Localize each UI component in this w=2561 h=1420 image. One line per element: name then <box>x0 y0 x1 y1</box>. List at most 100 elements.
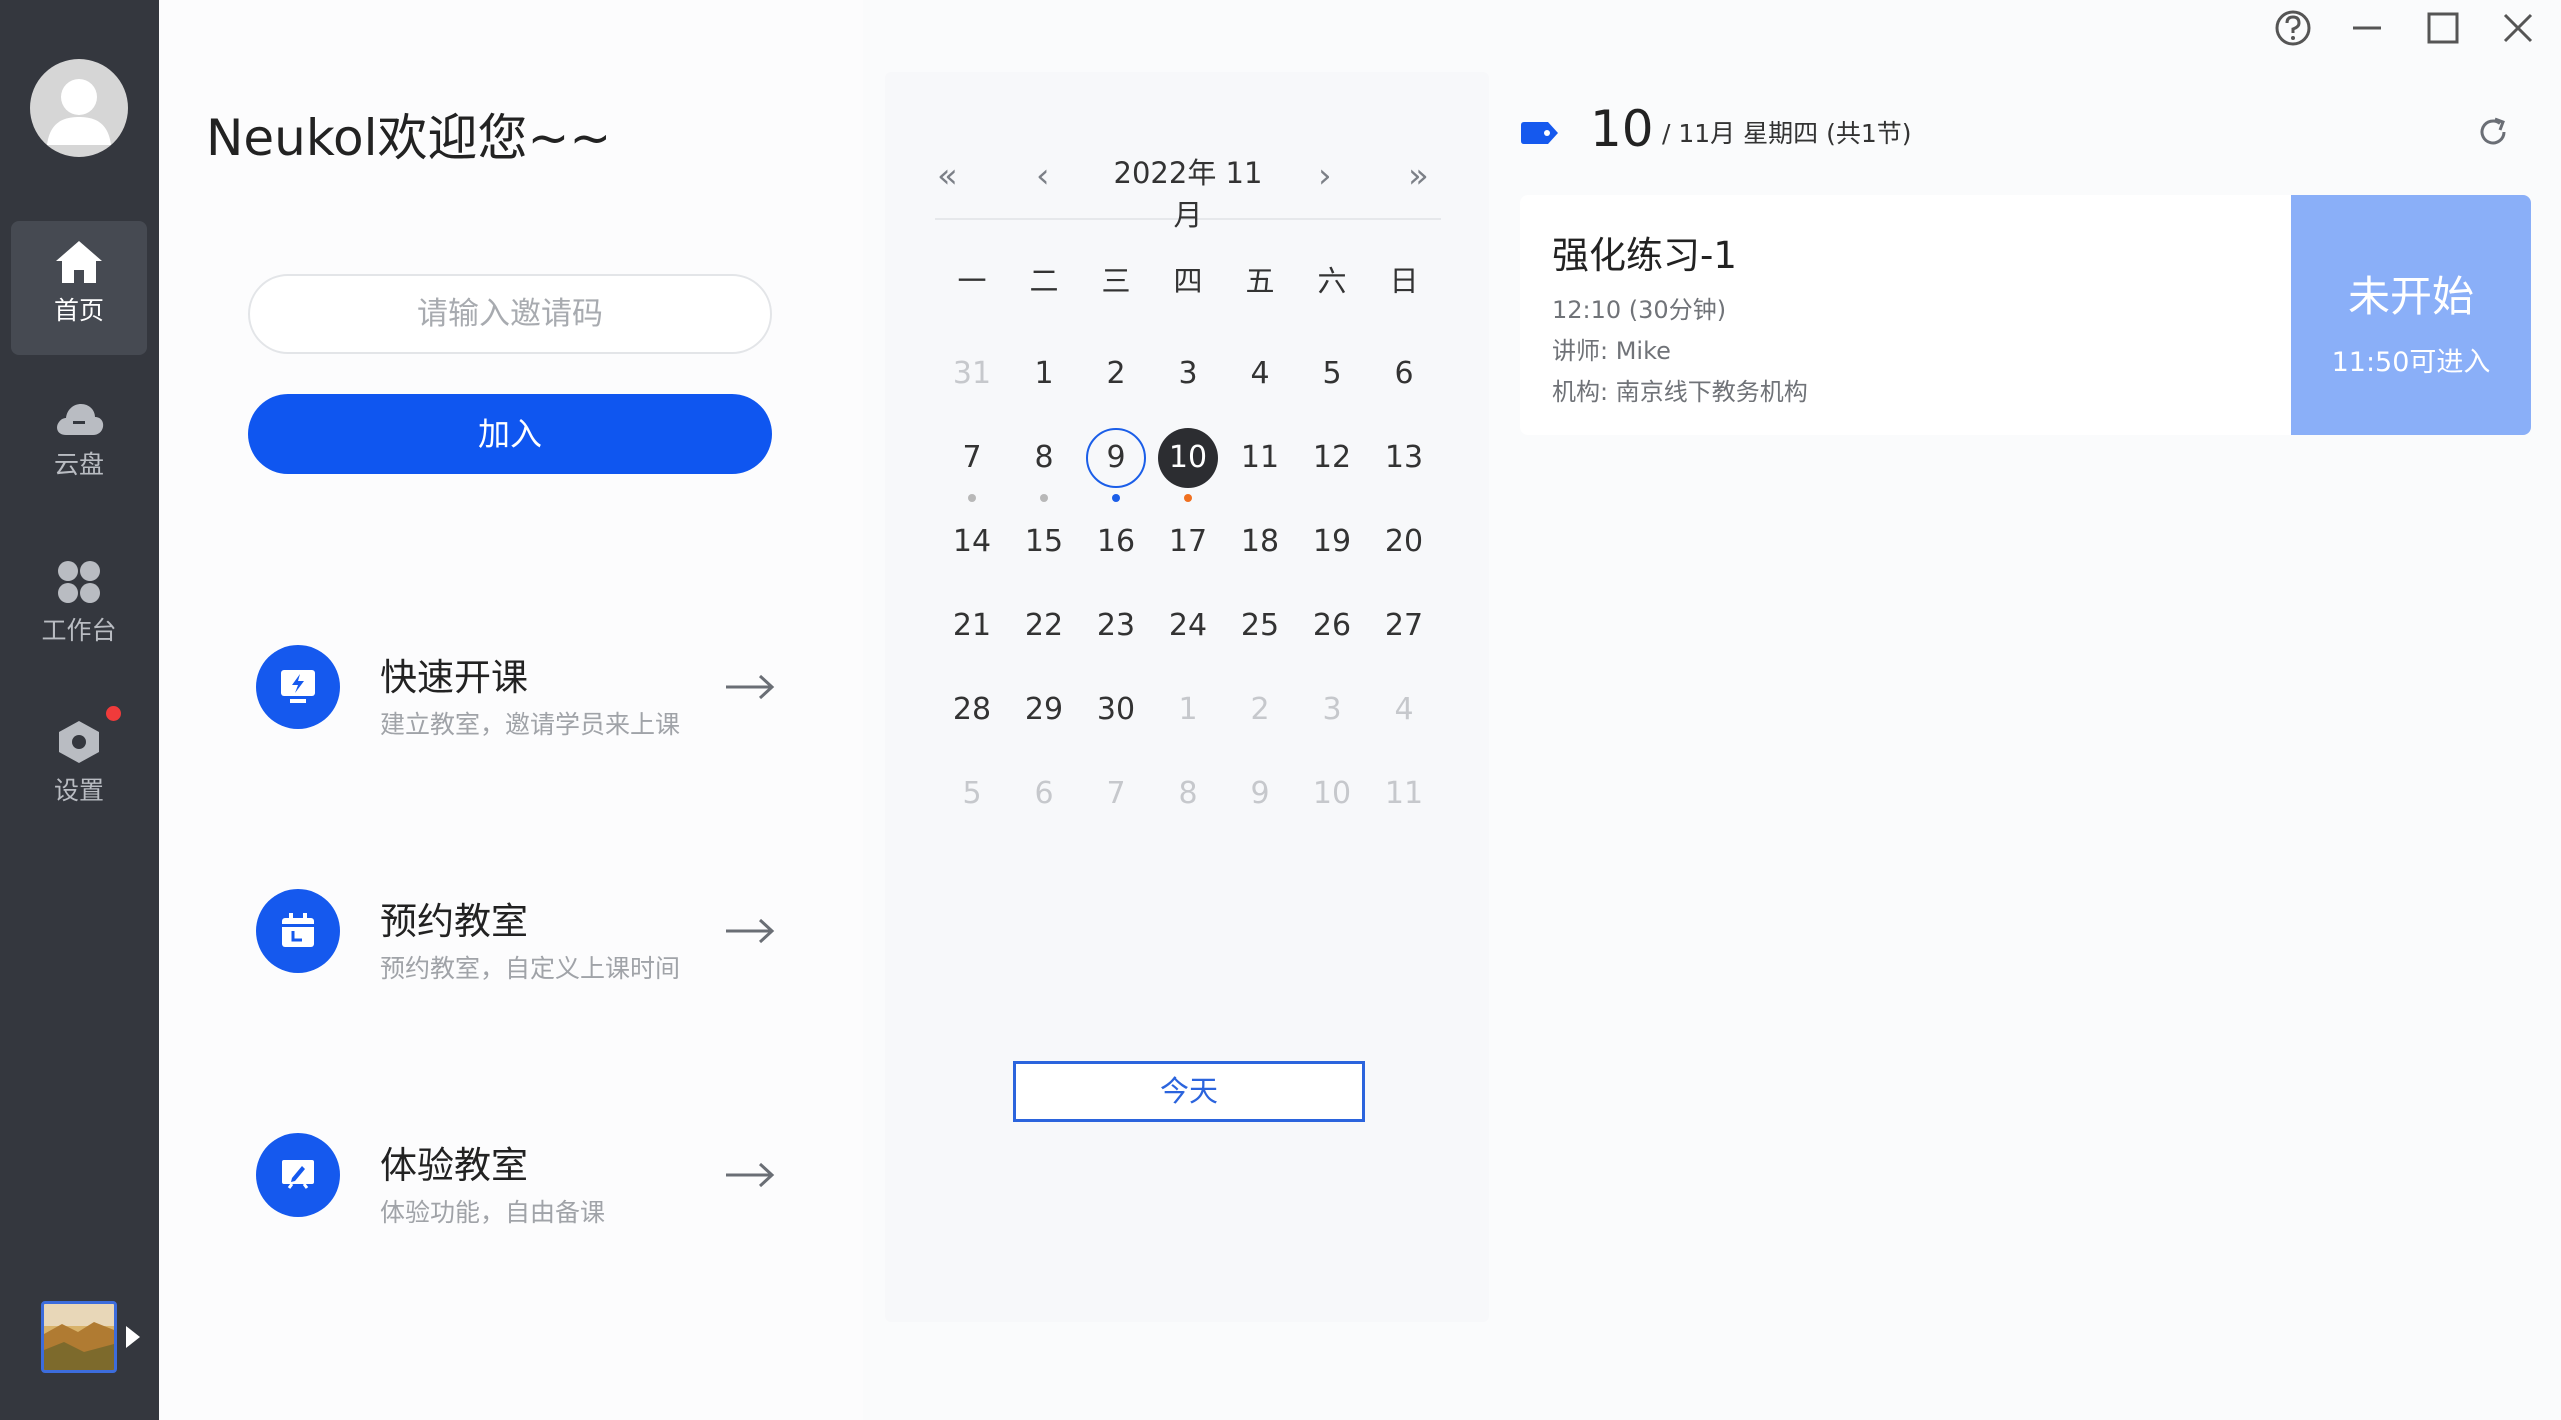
calendar-day[interactable]: 21 <box>942 596 1002 656</box>
landscape-image-icon <box>44 1304 114 1370</box>
settings-icon <box>59 721 99 763</box>
quick-class-icon <box>256 645 340 729</box>
prev-month-icon[interactable]: ‹ <box>1036 156 1050 196</box>
prev-year-icon[interactable]: « <box>937 156 958 196</box>
expand-arrow-icon[interactable] <box>126 1326 140 1348</box>
cloud-icon <box>57 404 104 435</box>
weekday-label: 日 <box>1389 264 1419 298</box>
calendar-day[interactable]: 9 <box>1086 428 1146 488</box>
calendar-day[interactable]: 2 <box>1230 680 1290 740</box>
calendar-day[interactable]: 23 <box>1086 596 1146 656</box>
calendar-day[interactable]: 6 <box>1374 344 1434 404</box>
weekday-label: 三 <box>1101 264 1131 298</box>
calendar-day[interactable]: 11 <box>1230 428 1290 488</box>
action-title: 体验教室 <box>380 1144 528 1187</box>
action-subtitle: 建立教室，邀请学员来上课 <box>380 710 681 739</box>
invite-code-input[interactable] <box>248 274 772 354</box>
course-card[interactable]: 强化练习-1 12:10 (30分钟) 讲师: Mike 机构: 南京线下教务机… <box>1520 195 2292 435</box>
sidebar-item-workbench[interactable]: 工作台 <box>11 541 147 675</box>
calendar-day[interactable]: 15 <box>1014 512 1074 572</box>
user-avatar-icon <box>47 79 111 145</box>
calendar-day[interactable]: 10 <box>1302 764 1362 824</box>
calendar-day[interactable]: 3 <box>1302 680 1362 740</box>
calendar-day[interactable]: 3 <box>1158 344 1218 404</box>
calendar-day[interactable]: 28 <box>942 680 1002 740</box>
calendar-day[interactable]: 13 <box>1374 428 1434 488</box>
action-title: 预约教室 <box>380 900 528 943</box>
sidebar-item-label: 首页 <box>53 296 104 325</box>
next-month-icon[interactable]: › <box>1318 156 1332 196</box>
calendar-day[interactable]: 7 <box>942 428 1002 488</box>
calendar-day[interactable]: 16 <box>1086 512 1146 572</box>
calendar-day[interactable]: 22 <box>1014 596 1074 656</box>
event-dot <box>1184 494 1192 502</box>
sidebar-item-settings[interactable]: 设置 <box>11 701 147 835</box>
calendar-day[interactable]: 14 <box>942 512 1002 572</box>
welcome-title: Neukol欢迎您~~ <box>206 109 612 167</box>
event-dot <box>1112 494 1120 502</box>
event-dot <box>968 494 976 502</box>
calendar-day[interactable]: 4 <box>1374 680 1434 740</box>
calendar-icon <box>256 889 340 973</box>
calendar-day[interactable]: 26 <box>1302 596 1362 656</box>
calendar-day[interactable]: 11 <box>1374 764 1434 824</box>
wallpaper-thumbnail[interactable] <box>41 1301 117 1373</box>
selected-day: 10 <box>1590 100 1654 158</box>
action-subtitle: 体验功能，自由备课 <box>380 1198 606 1227</box>
sidebar-item-home[interactable]: 首页 <box>11 221 147 355</box>
close-icon[interactable] <box>2498 8 2538 48</box>
avatar[interactable] <box>30 59 128 157</box>
course-status: 未开始 <box>2347 272 2474 321</box>
maximize-icon[interactable] <box>2423 8 2463 48</box>
event-dot <box>1040 494 1048 502</box>
quick-class-action[interactable]: 快速开课 建立教室，邀请学员来上课 <box>250 627 790 747</box>
calendar-day[interactable]: 9 <box>1230 764 1290 824</box>
calendar-day[interactable]: 8 <box>1014 428 1074 488</box>
action-title: 快速开课 <box>380 656 528 699</box>
calendar-day[interactable]: 30 <box>1086 680 1146 740</box>
next-year-icon[interactable]: » <box>1408 156 1429 196</box>
calendar-day[interactable]: 5 <box>942 764 1002 824</box>
calendar-day[interactable]: 6 <box>1014 764 1074 824</box>
course-status-button[interactable]: 未开始 11:50可进入 <box>2291 195 2531 435</box>
calendar-day[interactable]: 18 <box>1230 512 1290 572</box>
today-button[interactable]: 今天 <box>1013 1061 1365 1122</box>
sidebar-item-label: 工作台 <box>41 616 117 645</box>
join-button[interactable]: 加入 <box>248 394 772 474</box>
minimize-icon[interactable] <box>2347 8 2387 48</box>
calendar-day[interactable]: 25 <box>1230 596 1290 656</box>
calendar-day-today[interactable]: 10 <box>1158 428 1218 488</box>
calendar-day[interactable]: 7 <box>1086 764 1146 824</box>
calendar-day[interactable]: 20 <box>1374 512 1434 572</box>
help-icon[interactable] <box>2273 8 2313 48</box>
calendar-day[interactable]: 17 <box>1158 512 1218 572</box>
sidebar-item-cloud[interactable]: 云盘 <box>11 381 147 515</box>
calendar-day[interactable]: 29 <box>1014 680 1074 740</box>
trial-classroom-action[interactable]: 体验教室 体验功能，自由备课 <box>250 1115 790 1235</box>
weekday-label: 六 <box>1317 264 1347 298</box>
calendar-day[interactable]: 8 <box>1158 764 1218 824</box>
calendar-month-title: 2022年 11月 <box>1113 156 1263 232</box>
calendar-header: « ‹ 2022年 11月 › » <box>935 140 1441 232</box>
calendar-day[interactable]: 12 <box>1302 428 1362 488</box>
calendar-day[interactable]: 1 <box>1158 680 1218 740</box>
calendar-day[interactable]: 27 <box>1374 596 1434 656</box>
refresh-icon[interactable] <box>2476 115 2510 149</box>
sidebar-item-label: 云盘 <box>53 450 104 479</box>
sidebar: 首页 云盘 工作台 设置 <box>0 0 159 1420</box>
book-classroom-action[interactable]: 预约教室 预约教室，自定义上课时间 <box>250 871 790 991</box>
calendar-day[interactable]: 2 <box>1086 344 1146 404</box>
calendar-day[interactable]: 1 <box>1014 344 1074 404</box>
course-time: 12:10 (30分钟) <box>1552 296 1727 324</box>
course-teacher: 讲师: Mike <box>1552 337 1671 365</box>
course-enter-time: 11:50可进入 <box>2331 347 2491 378</box>
calendar-day[interactable]: 19 <box>1302 512 1362 572</box>
calendar-day[interactable]: 24 <box>1158 596 1218 656</box>
calendar-day[interactable]: 4 <box>1230 344 1290 404</box>
weekday-label: 五 <box>1245 264 1275 298</box>
calendar-day[interactable]: 31 <box>942 344 1002 404</box>
action-subtitle: 预约教室，自定义上课时间 <box>380 954 681 983</box>
workbench-icon <box>58 561 100 603</box>
calendar-day[interactable]: 5 <box>1302 344 1362 404</box>
selected-date-meta: / 11月 星期四 (共1节) <box>1662 119 1912 148</box>
